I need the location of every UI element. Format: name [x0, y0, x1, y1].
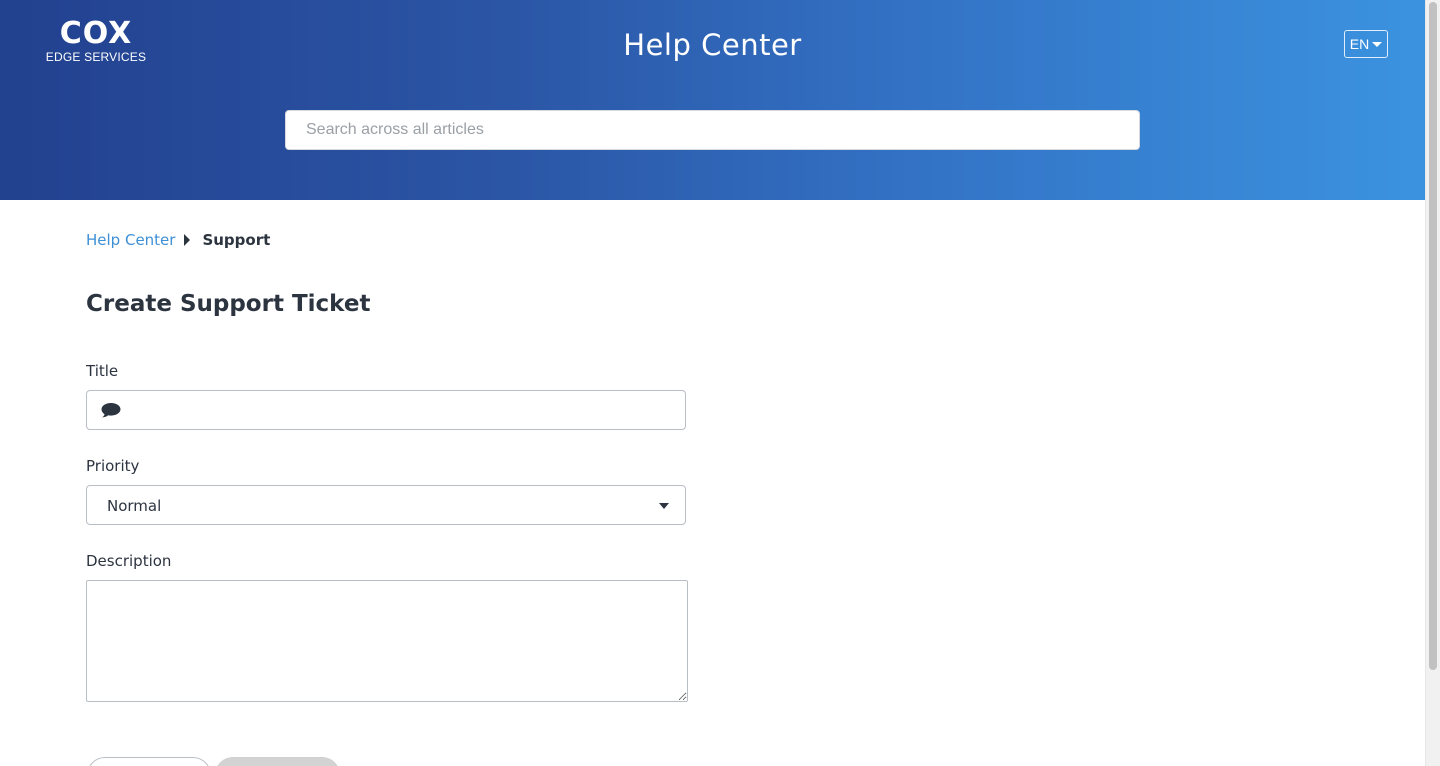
breadcrumb: Help Center Support — [86, 231, 270, 249]
chevron-down-icon — [659, 503, 669, 509]
language-label: EN — [1349, 36, 1370, 52]
title-field[interactable] — [86, 390, 686, 431]
search-input[interactable] — [285, 110, 1140, 150]
submit-button[interactable] — [215, 757, 340, 766]
form-heading: Create Support Ticket — [86, 291, 371, 317]
language-dropdown[interactable]: EN — [1344, 30, 1388, 58]
scrollbar-thumb[interactable] — [1429, 2, 1437, 670]
chat-bubble-icon — [101, 403, 121, 418]
chevron-down-icon — [1372, 41, 1383, 47]
breadcrumb-item-support: Support — [202, 231, 271, 249]
breadcrumb-item-help-center[interactable]: Help Center — [86, 231, 175, 249]
page: COX EDGE SERVICES Help Center EN Help Ce… — [0, 0, 1440, 766]
hero-header: COX EDGE SERVICES Help Center EN — [0, 0, 1425, 200]
description-label: Description — [86, 552, 172, 570]
title-input[interactable] — [129, 391, 683, 431]
cancel-button[interactable] — [87, 757, 211, 766]
page-header-title: Help Center — [623, 28, 802, 62]
description-textarea[interactable] — [86, 580, 688, 702]
priority-select[interactable]: Normal — [86, 485, 686, 525]
priority-label: Priority — [86, 457, 140, 475]
priority-selected-value: Normal — [107, 497, 162, 515]
title-label: Title — [86, 362, 119, 380]
vertical-scrollbar[interactable] — [1425, 0, 1440, 766]
caret-right-icon — [184, 234, 191, 246]
